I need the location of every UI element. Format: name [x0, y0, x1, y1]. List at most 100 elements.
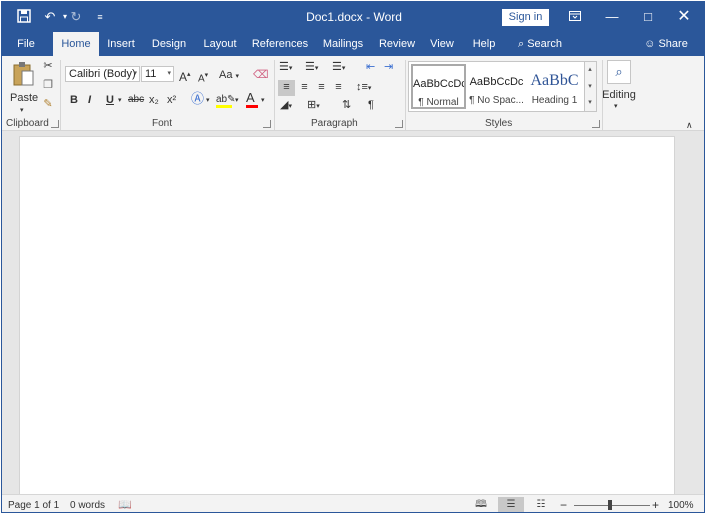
share-button[interactable]: ☺ Share: [641, 32, 691, 56]
document-page[interactable]: [19, 136, 675, 496]
ribbon-display-options-icon[interactable]: [557, 2, 593, 32]
tab-layout[interactable]: Layout: [199, 32, 241, 56]
clipboard-icon: [13, 62, 34, 86]
superscript-button[interactable]: x²: [167, 93, 176, 107]
divider: [405, 60, 406, 130]
decrease-indent-icon[interactable]: ⇤: [366, 60, 375, 74]
word-count[interactable]: 0 words: [70, 500, 105, 511]
align-center-icon[interactable]: ≡: [297, 80, 312, 94]
tab-references[interactable]: References: [251, 32, 309, 56]
more-styles-icon[interactable]: ▾: [585, 95, 595, 111]
close-button[interactable]: ✕: [666, 2, 702, 32]
underline-dropdown-icon[interactable]: ▾: [118, 94, 122, 108]
minimize-button[interactable]: —: [594, 2, 630, 32]
line-spacing-icon[interactable]: ↕≡▾: [356, 80, 371, 96]
styles-scroll: ▴ ▾ ▾: [585, 61, 597, 112]
clipboard-launcher-icon[interactable]: [51, 120, 59, 128]
style-normal[interactable]: AaBbCcDc ¶ Normal: [411, 64, 466, 109]
chevron-down-icon[interactable]: ▾: [585, 79, 595, 95]
search-box[interactable]: ⌕ Search: [511, 32, 569, 56]
page-count[interactable]: Page 1 of 1: [8, 500, 59, 511]
numbering-icon[interactable]: ☰▾: [305, 60, 318, 76]
format-painter-icon[interactable]: ✎: [41, 97, 55, 111]
chevron-down-icon: ▾: [133, 70, 137, 77]
italic-button[interactable]: I: [88, 93, 91, 107]
sort-icon[interactable]: ⇅: [342, 98, 351, 112]
paste-dropdown-icon[interactable]: ▾: [20, 104, 24, 118]
divider: [274, 60, 275, 130]
align-right-icon[interactable]: ≡: [314, 80, 329, 94]
chevron-down-icon: ▾: [614, 103, 618, 110]
borders-icon[interactable]: ⊞▾: [307, 98, 320, 114]
grow-font-button[interactable]: A▴: [179, 68, 191, 84]
font-size-select[interactable]: 11 ▾: [141, 66, 174, 82]
text-effects-dropdown-icon[interactable]: ▾: [206, 94, 210, 108]
styles-launcher-icon[interactable]: [592, 120, 600, 128]
subscript-button[interactable]: x₂: [149, 93, 159, 107]
vertical-scrollbar[interactable]: [688, 131, 704, 495]
shrink-font-button[interactable]: A▾: [198, 69, 208, 86]
chevron-up-icon[interactable]: ▴: [585, 62, 595, 78]
shading-icon[interactable]: ◢▾: [280, 98, 292, 114]
increase-indent-icon[interactable]: ⇥: [384, 60, 393, 74]
highlight-swatch: [216, 105, 232, 108]
highlight-color-button[interactable]: ab✎: [216, 92, 236, 108]
tab-file[interactable]: File: [10, 32, 42, 56]
tab-home[interactable]: Home: [53, 32, 99, 56]
read-mode-icon[interactable]: 🕮: [468, 497, 494, 512]
cut-icon[interactable]: ✂: [41, 59, 55, 73]
style-preview: AaBbCcDc: [413, 78, 464, 90]
web-layout-icon[interactable]: ☷: [528, 497, 554, 512]
tab-insert[interactable]: Insert: [103, 32, 139, 56]
sign-in-button[interactable]: Sign in: [502, 9, 549, 26]
clear-formatting-icon[interactable]: ⌫: [253, 68, 269, 82]
tab-review[interactable]: Review: [376, 32, 418, 56]
font-group-label: Font: [152, 118, 173, 129]
tab-design[interactable]: Design: [148, 32, 190, 56]
multilevel-list-icon[interactable]: ☰▾: [332, 60, 345, 76]
ribbon-tabs: File Home Insert Design Layout Reference…: [2, 32, 704, 56]
proofing-icon[interactable]: 📖: [118, 498, 132, 511]
magnifier-icon: ⌕: [607, 60, 631, 84]
editing-label: Editing: [602, 89, 636, 101]
underline-button[interactable]: U: [106, 93, 114, 107]
zoom-in-button[interactable]: +: [652, 498, 659, 512]
font-color-dropdown-icon[interactable]: ▾: [261, 94, 265, 108]
font-name-select[interactable]: Calibri (Body) ▾: [65, 66, 140, 82]
style-preview: AaBbC: [530, 72, 579, 89]
show-formatting-marks-button[interactable]: ¶: [368, 98, 374, 112]
font-name-value: Calibri (Body): [69, 68, 136, 80]
highlight-dropdown-icon[interactable]: ▾: [235, 94, 239, 108]
paste-label[interactable]: Paste: [10, 91, 38, 105]
justify-icon[interactable]: ≡: [331, 80, 346, 94]
bold-button[interactable]: B: [70, 93, 78, 107]
style-name: ¶ Normal: [418, 97, 459, 108]
maximize-button[interactable]: □: [630, 2, 666, 32]
style-heading-1[interactable]: AaBbC Heading 1: [527, 64, 582, 109]
paste-button[interactable]: [10, 61, 36, 89]
zoom-slider[interactable]: [574, 505, 650, 506]
style-no-spacing[interactable]: AaBbCcDc ¶ No Spac...: [469, 64, 524, 109]
zoom-level[interactable]: 100%: [668, 500, 694, 511]
document-area: [2, 131, 704, 496]
align-left-icon[interactable]: ≡: [278, 80, 295, 96]
font-launcher-icon[interactable]: [263, 120, 271, 128]
print-layout-icon[interactable]: ☰: [498, 497, 524, 512]
tab-view[interactable]: View: [427, 32, 457, 56]
title-bar: ↶ ▾ ↻ ≡ Doc1.docx - Word Sign in — □ ✕: [2, 2, 704, 32]
tab-mailings[interactable]: Mailings: [318, 32, 368, 56]
bullets-icon[interactable]: ☰▾: [279, 60, 292, 76]
paragraph-launcher-icon[interactable]: [395, 120, 403, 128]
tab-help[interactable]: Help: [469, 32, 499, 56]
word-window: ↶ ▾ ↻ ≡ Doc1.docx - Word Sign in — □ ✕ F…: [1, 1, 705, 513]
zoom-out-button[interactable]: −: [560, 498, 567, 512]
change-case-button[interactable]: Aa ▾: [219, 68, 239, 84]
person-add-icon: ☺: [644, 38, 656, 50]
strikethrough-button[interactable]: abc: [128, 93, 144, 107]
style-name: ¶ No Spac...: [469, 95, 524, 106]
zoom-slider-thumb[interactable]: [608, 500, 612, 510]
copy-icon[interactable]: ❐: [41, 78, 55, 92]
text-effects-icon[interactable]: Ⓐ: [191, 92, 204, 106]
collapse-ribbon-icon[interactable]: ∧: [686, 118, 693, 132]
font-color-button[interactable]: A: [246, 91, 258, 108]
